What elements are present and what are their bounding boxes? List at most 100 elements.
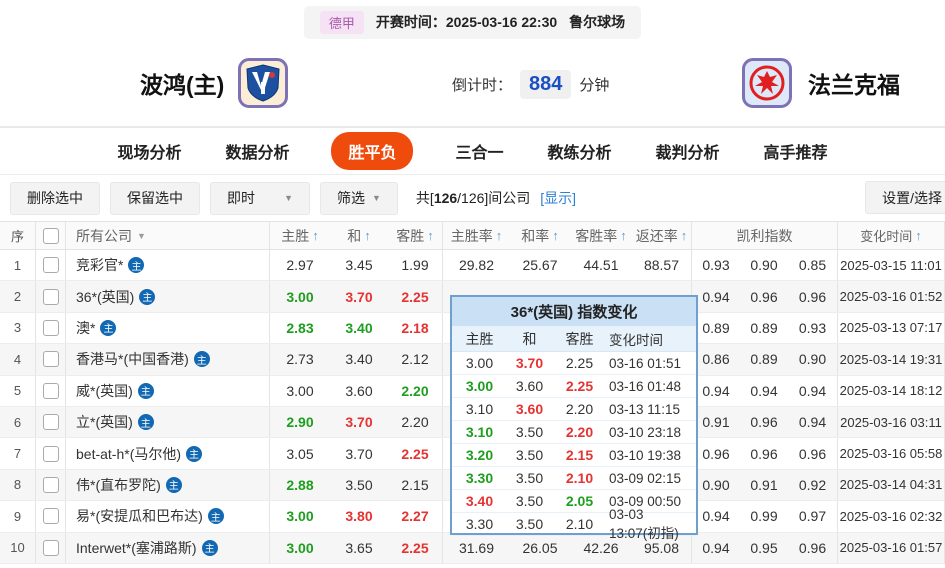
home-odds-cell: 2.97 bbox=[286, 257, 314, 274]
sort-up-icon: ↑ bbox=[552, 228, 559, 243]
company-count-number: 126 bbox=[433, 190, 458, 206]
header-draw-rate[interactable]: 和率 ↑ bbox=[510, 222, 570, 249]
row-index: 3 bbox=[0, 312, 36, 344]
instant-dropdown[interactable]: 即时 ▼ bbox=[210, 181, 310, 215]
company-cell[interactable]: 香港马*(中国香港) 主 bbox=[66, 344, 270, 375]
tab-三合一[interactable]: 三合一 bbox=[453, 132, 505, 170]
payout-cell: 88.57 bbox=[632, 250, 692, 281]
row-checkbox[interactable] bbox=[42, 319, 59, 336]
row-checkbox[interactable] bbox=[42, 288, 59, 305]
popup-row: 3.30 3.50 2.10 03-03 13:07(初指) bbox=[452, 507, 696, 541]
checkbox-cell bbox=[36, 250, 66, 281]
filter-dropdown[interactable]: 筛选 ▼ bbox=[320, 181, 398, 215]
away-team-logo bbox=[742, 58, 792, 108]
keep-selected-button[interactable]: 保留选中 bbox=[110, 181, 200, 215]
header-seq: 序 bbox=[0, 222, 36, 249]
change-time-cell: 2025-03-14 19:31 bbox=[838, 344, 945, 375]
sort-up-icon: ↑ bbox=[364, 228, 371, 243]
popup-change-time: 03-13 11:15 bbox=[609, 401, 681, 417]
draw-odds-cell: 3.40 bbox=[345, 351, 373, 368]
header-change-time[interactable]: 变化时间 ↑ bbox=[838, 222, 945, 249]
tab-数据分析[interactable]: 数据分析 bbox=[223, 132, 291, 170]
popup-draw-odds: 3.70 bbox=[515, 355, 544, 371]
company-cell[interactable]: 竞彩官* 主 bbox=[66, 250, 270, 281]
row-index: 1 bbox=[0, 250, 36, 281]
company-cell[interactable]: 伟*(直布罗陀) 主 bbox=[66, 469, 270, 501]
header-away-odds[interactable]: 客胜 ↑ bbox=[388, 222, 443, 249]
home-marker-icon: 主 bbox=[139, 288, 156, 305]
countdown-label: 倒计时： bbox=[452, 77, 513, 94]
row-checkbox[interactable] bbox=[42, 476, 59, 493]
popup-change-time: 03-16 01:51 bbox=[609, 355, 682, 371]
company-cell[interactable]: 立*(英国) 主 bbox=[66, 406, 270, 438]
toolbar: 删除选中 保留选中 即时 ▼ 筛选 ▼ 共[126/126]间公司 [显示] 设… bbox=[0, 175, 945, 221]
select-all-checkbox[interactable] bbox=[42, 227, 59, 244]
home-marker-icon: 主 bbox=[128, 257, 145, 274]
header-payout-label: 返还率 bbox=[635, 227, 678, 244]
company-cell[interactable]: 澳* 主 bbox=[66, 312, 270, 344]
row-checkbox[interactable] bbox=[42, 382, 59, 399]
home-odds-cell: 2.88 bbox=[286, 476, 314, 493]
company-cell[interactable]: bet-at-h*(马尔他) 主 bbox=[66, 438, 270, 469]
popup-home-odds: 3.00 bbox=[465, 355, 494, 371]
row-checkbox[interactable] bbox=[42, 508, 59, 525]
row-checkbox[interactable] bbox=[42, 539, 59, 556]
header-payout-rate[interactable]: 返还率 ↑ bbox=[632, 222, 692, 249]
popup-draw-odds: 3.60 bbox=[515, 401, 544, 417]
home-odds-cell: 2.90 bbox=[286, 414, 314, 431]
tab-教练分析[interactable]: 教练分析 bbox=[546, 132, 614, 170]
company-cell[interactable]: 36*(英国) 主 bbox=[66, 281, 270, 312]
header-home-rate[interactable]: 主胜率 ↑ bbox=[443, 222, 510, 249]
company-cell[interactable]: 威*(英国) 主 bbox=[66, 375, 270, 406]
popup-change-time: 03-10 23:18 bbox=[609, 424, 682, 440]
popup-home-odds: 3.00 bbox=[465, 378, 494, 394]
match-info: 德甲 开赛时间：2025-03-16 22:30 鲁尔球场 bbox=[303, 5, 642, 39]
sort-up-icon: ↑ bbox=[495, 228, 503, 243]
home-marker-icon: 主 bbox=[165, 476, 182, 493]
tab-胜平负[interactable]: 胜平负 bbox=[331, 132, 414, 170]
checkbox-cell bbox=[36, 501, 66, 532]
draw-odds-cell: 3.60 bbox=[345, 382, 373, 399]
row-checkbox[interactable] bbox=[42, 257, 59, 274]
kelly-cell: 0.94 bbox=[788, 375, 838, 406]
league-badge: 德甲 bbox=[319, 10, 364, 34]
header-home-odds[interactable]: 主胜 ↑ bbox=[270, 222, 330, 249]
draw-odds-cell: 3.40 bbox=[345, 319, 373, 336]
tab-现场分析[interactable]: 现场分析 bbox=[115, 132, 183, 170]
show-link[interactable]: [显示] bbox=[540, 190, 576, 206]
change-time-cell: 2025-03-16 01:57 bbox=[838, 532, 945, 563]
company-name: 香港马*(中国香港) bbox=[76, 351, 189, 368]
kelly-cell: 0.89 bbox=[702, 319, 730, 336]
kelly-cell: 0.90 bbox=[750, 257, 778, 274]
row-checkbox[interactable] bbox=[42, 414, 59, 431]
popup-header-draw: 和 bbox=[522, 330, 537, 347]
header-draw-odds[interactable]: 和 ↑ bbox=[330, 222, 388, 249]
analysis-tabs: 现场分析 数据分析 胜平负 三合一 教练分析 裁判分析 高手推荐 bbox=[0, 128, 945, 175]
countdown-value: 884 bbox=[520, 70, 572, 99]
draw-odds-cell: 3.70 bbox=[345, 414, 373, 431]
table-row: 1 竞彩官* 主 2.97 3.45 1.99 29.82 25.67 44.51 88.57 0.… bbox=[0, 250, 945, 282]
kelly-cell: 0.95 bbox=[750, 539, 778, 556]
tab-裁判分析[interactable]: 裁判分析 bbox=[654, 132, 722, 170]
company-cell[interactable]: Interwet*(塞浦路斯) 主 bbox=[66, 532, 270, 563]
row-checkbox[interactable] bbox=[42, 445, 59, 462]
draw-odds-cell: 3.50 bbox=[345, 476, 373, 493]
popup-row: 3.10 3.50 2.20 03-10 23:18 bbox=[452, 421, 696, 444]
popup-away-odds: 2.15 bbox=[565, 447, 594, 463]
home-rate-cell: 29.82 bbox=[458, 257, 495, 274]
header-draw-label: 和 bbox=[347, 227, 362, 244]
popup-header-away: 客胜 bbox=[565, 330, 594, 347]
away-odds-cell: 2.20 bbox=[388, 375, 443, 406]
company-count: 共[126/126]间公司 [显示] bbox=[416, 188, 576, 208]
tab-高手推荐[interactable]: 高手推荐 bbox=[762, 132, 830, 170]
settings-select-button[interactable]: 设置/选择 bbox=[865, 181, 945, 214]
company-name: 竞彩官* bbox=[76, 257, 124, 274]
header-away-rate[interactable]: 客胜率 ↑ bbox=[570, 222, 632, 249]
header-company[interactable]: 所有公司 ▼ bbox=[66, 222, 270, 249]
company-cell[interactable]: 易*(安提瓜和巴布达) 主 bbox=[66, 501, 270, 532]
company-name: 易*(安提瓜和巴布达) bbox=[76, 508, 203, 525]
popup-home-odds: 3.40 bbox=[465, 493, 494, 509]
away-odds-cell: 2.12 bbox=[388, 344, 443, 375]
row-checkbox[interactable] bbox=[42, 351, 59, 368]
delete-selected-button[interactable]: 删除选中 bbox=[10, 181, 100, 215]
